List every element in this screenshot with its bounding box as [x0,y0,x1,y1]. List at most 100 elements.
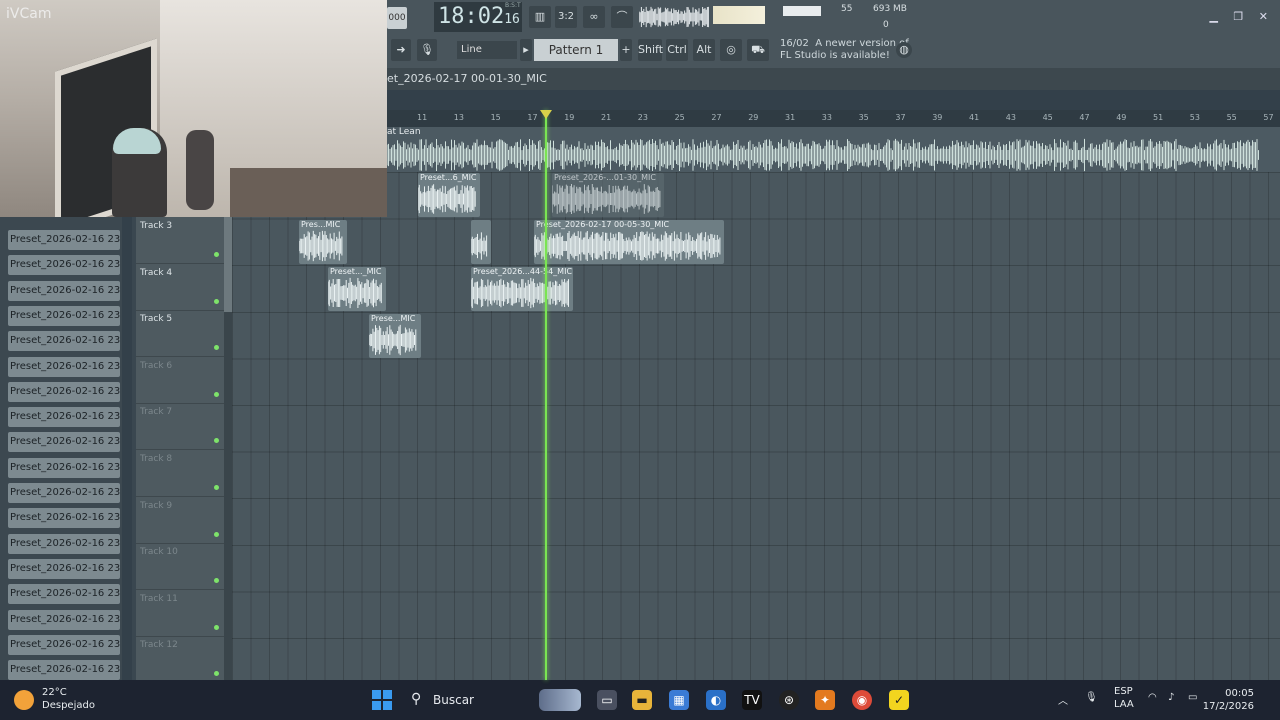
preset-list-item[interactable]: Preset_2026-02-16 23-24... [8,533,120,554]
step-icon[interactable]: 3:2 [555,6,577,28]
ruler-tick-label: 13 [453,113,464,122]
preset-list-item[interactable]: Preset_2026-02-16 23-24... [8,508,120,529]
windows-start-icon[interactable] [372,690,392,710]
pattern-selector[interactable]: Pattern 1 [534,39,618,61]
preset-list-item[interactable]: Preset_2026-02-16 23-23... [8,407,120,428]
preset-list-item[interactable]: Preset_2026-02-16 23-21... [8,255,120,276]
snap-select[interactable]: Line [457,41,517,59]
weather-sun-icon[interactable] [14,690,34,710]
pattern-add-button[interactable]: + [620,39,632,61]
audio-clip[interactable]: Preset_2026...44-54_MIC [471,267,573,311]
preset-list-item[interactable]: Preset_2026-02-16 23-23... [8,457,120,478]
track-enable-led-icon[interactable] [214,485,219,490]
preset-list-item[interactable]: Preset_2026-02-16 23-23... [8,432,120,453]
track-header[interactable]: Track 10 [136,543,224,591]
audio-clip[interactable]: Preset_2026-02-17 00-05-30_MIC [534,220,724,264]
track-header[interactable]: Track 7 [136,403,224,451]
microphone-icon[interactable]: 🎙 [417,39,437,61]
track-enable-led-icon[interactable] [214,345,219,351]
preset-list-item[interactable]: Preset_2026-02-16 23-29... [8,584,120,605]
preset-list-item[interactable]: Preset_2026-02-16 23-22... [8,381,120,402]
track-header[interactable]: Track 12 [136,636,224,684]
steelseries-icon[interactable]: ⊛ [779,690,799,710]
alt-button[interactable]: Alt [693,39,715,61]
track-header[interactable]: Track 11 [136,590,224,637]
audio-clip[interactable]: Preset..._MIC [328,267,386,311]
ruler-tick-label: 25 [674,113,685,122]
project-title: et_2026-02-17 00-01-30_MIC [387,72,547,85]
beat-audio-clip[interactable]: at Lean [387,127,1280,172]
track-name: Track 8 [140,454,173,464]
audio-clip[interactable]: Pres...MIC [299,220,347,264]
fl-studio-icon[interactable]: ✦ [815,690,835,710]
track-enable-led-icon[interactable] [214,531,219,537]
preset-list-item[interactable]: Preset_2026-02-16 23-22... [8,331,120,352]
audio-clip[interactable]: Preset...6_MIC [418,173,480,217]
track-enable-led-icon[interactable] [214,252,219,257]
audio-clip[interactable] [471,220,491,264]
track-enable-led-icon[interactable] [214,298,219,304]
window-controls[interactable]: ▁ ❐ ✕ [1209,10,1274,23]
loop-record-icon[interactable]: ∞ [583,6,605,28]
wait-icon[interactable]: ⌒ [611,6,633,28]
clip-title: Prese...MIC [371,314,416,323]
metronome-icon[interactable]: ▥ [529,6,551,28]
taskbar-clock[interactable]: 00:05 17/2/2026 [1203,687,1254,713]
audio-clip[interactable]: Preset_2026-...01-30_MIC [552,173,664,217]
playhead-marker-icon[interactable] [540,110,552,119]
checklist-app-icon[interactable]: ✓ [889,690,909,710]
ruler-tick-label: 29 [748,113,759,122]
track-header[interactable]: Track 3 [136,217,224,264]
track-scrollbar[interactable] [224,217,232,680]
track-enable-led-icon[interactable] [214,438,219,444]
preset-list-item[interactable]: Preset_2026-02-16 23-28... [8,558,120,579]
clip-waveform [369,324,417,356]
plugin-picker-icon[interactable]: ◎ [720,39,742,61]
preset-list-item[interactable]: Preset_2026-02-16 23-30... [8,660,120,681]
track-enable-led-icon[interactable] [214,391,219,397]
track-name: Track 9 [140,500,173,511]
preset-list-item[interactable]: Preset_2026-02-16 23-21 [8,230,120,250]
preset-list-item[interactable]: Preset_2026-02-16 23-30... [8,634,120,655]
playlist-overview-scroll[interactable] [387,90,1280,110]
arrow-right-icon[interactable]: ➜ [391,39,411,61]
ruler-tick-label: 23 [637,113,648,122]
preset-list-item[interactable]: Preset_2026-02-16 23-22... [8,356,120,377]
audio-clip[interactable]: Prese...MIC [369,314,421,358]
timeline-ruler[interactable]: 11 13 15 17 19 21 23 25 27 29 31 33 35 37 39 41 43 45 47 49… [387,110,1280,127]
weather-widget[interactable]: 22°C Despejado [42,686,95,712]
playlist-grid[interactable]: Preset...6_MIC Preset_2026-...01-30_MIC Pr… [232,172,1280,680]
track-header[interactable]: Track 4 [136,264,224,311]
tradingview-icon[interactable]: TV [742,690,762,710]
preset-list-item[interactable]: Preset_2026-02-16 23-24... [8,483,120,503]
shop-icon[interactable]: ⛟ [747,39,769,61]
ruler-tick-label: 21 [601,113,612,122]
track-name: Track 11 [140,593,178,604]
track-enable-led-icon[interactable] [214,671,219,677]
browser-preset-list: Preset_2026-02-16 23-21 Preset_2026-02-16… [0,217,130,681]
track-enable-led-icon[interactable] [214,578,219,584]
browser-scrollbar[interactable] [122,217,132,680]
track-header[interactable]: Track 9 [136,497,224,544]
globe-icon[interactable]: ◍ [896,42,912,58]
edge-icon[interactable]: ◐ [706,690,726,710]
preset-list-item[interactable]: Preset_2026-02-16 23-29... [8,609,120,630]
taskbar-search[interactable]: ⚲ Buscar [404,687,584,713]
shift-button[interactable]: Shift [638,39,663,61]
tempo-badge[interactable]: 000 [387,7,407,29]
pattern-prev-icon[interactable]: ▸ [520,39,532,61]
preset-list-item[interactable]: Preset_2026-02-16 23-22... [8,305,120,326]
track-header[interactable]: Track 6 [136,357,224,404]
playhead[interactable] [545,110,547,680]
task-view-icon[interactable]: ▭ [597,690,617,710]
track-header[interactable]: Track 5 [136,310,224,358]
clip-title: Preset...6_MIC [420,173,477,182]
ruler-tick-label: 15 [490,113,501,122]
chrome-icon[interactable]: ◉ [852,690,872,710]
track-enable-led-icon[interactable] [214,624,219,630]
file-explorer-icon[interactable]: ▬ [632,690,652,710]
track-header[interactable]: Track 8 [136,450,224,497]
ctrl-button[interactable]: Ctrl [666,39,688,61]
preset-list-item[interactable]: Preset_2026-02-16 23-22... [8,280,120,301]
store-icon[interactable]: ▦ [669,690,689,710]
